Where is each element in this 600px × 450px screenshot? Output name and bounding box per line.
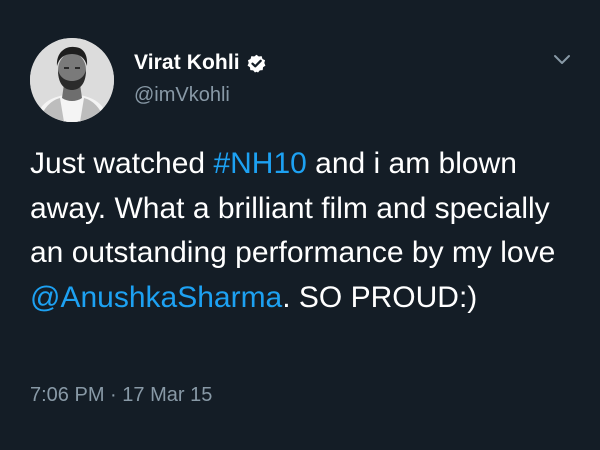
tweet-time: 7:06 PM (30, 384, 105, 406)
avatar[interactable] (30, 38, 114, 122)
mention-link[interactable]: @AnushkaSharma (30, 281, 282, 314)
tweet-timestamp[interactable]: 7:06 PM · 17 Mar 15 (30, 384, 212, 407)
user-handle[interactable]: @imVkohli (134, 84, 230, 107)
hashtag-link[interactable]: #NH10 (213, 147, 306, 180)
avatar-photo (30, 38, 114, 122)
tweet-text: Just watched #NH10 and i am blown away. … (30, 142, 575, 320)
tweet-date: 17 Mar 15 (122, 384, 213, 406)
verified-badge-icon (247, 54, 266, 73)
tweet-card: Virat Kohli @imVkohli Just watched #NH10… (0, 0, 600, 450)
name-row: Virat Kohli (134, 50, 266, 76)
timestamp-separator: · (104, 384, 123, 406)
tweet-text-segment: . SO PROUD:) (282, 280, 478, 314)
chevron-down-icon[interactable] (551, 48, 573, 70)
display-name[interactable]: Virat Kohli (134, 51, 240, 75)
tweet-text-segment: Just watched (30, 147, 214, 180)
